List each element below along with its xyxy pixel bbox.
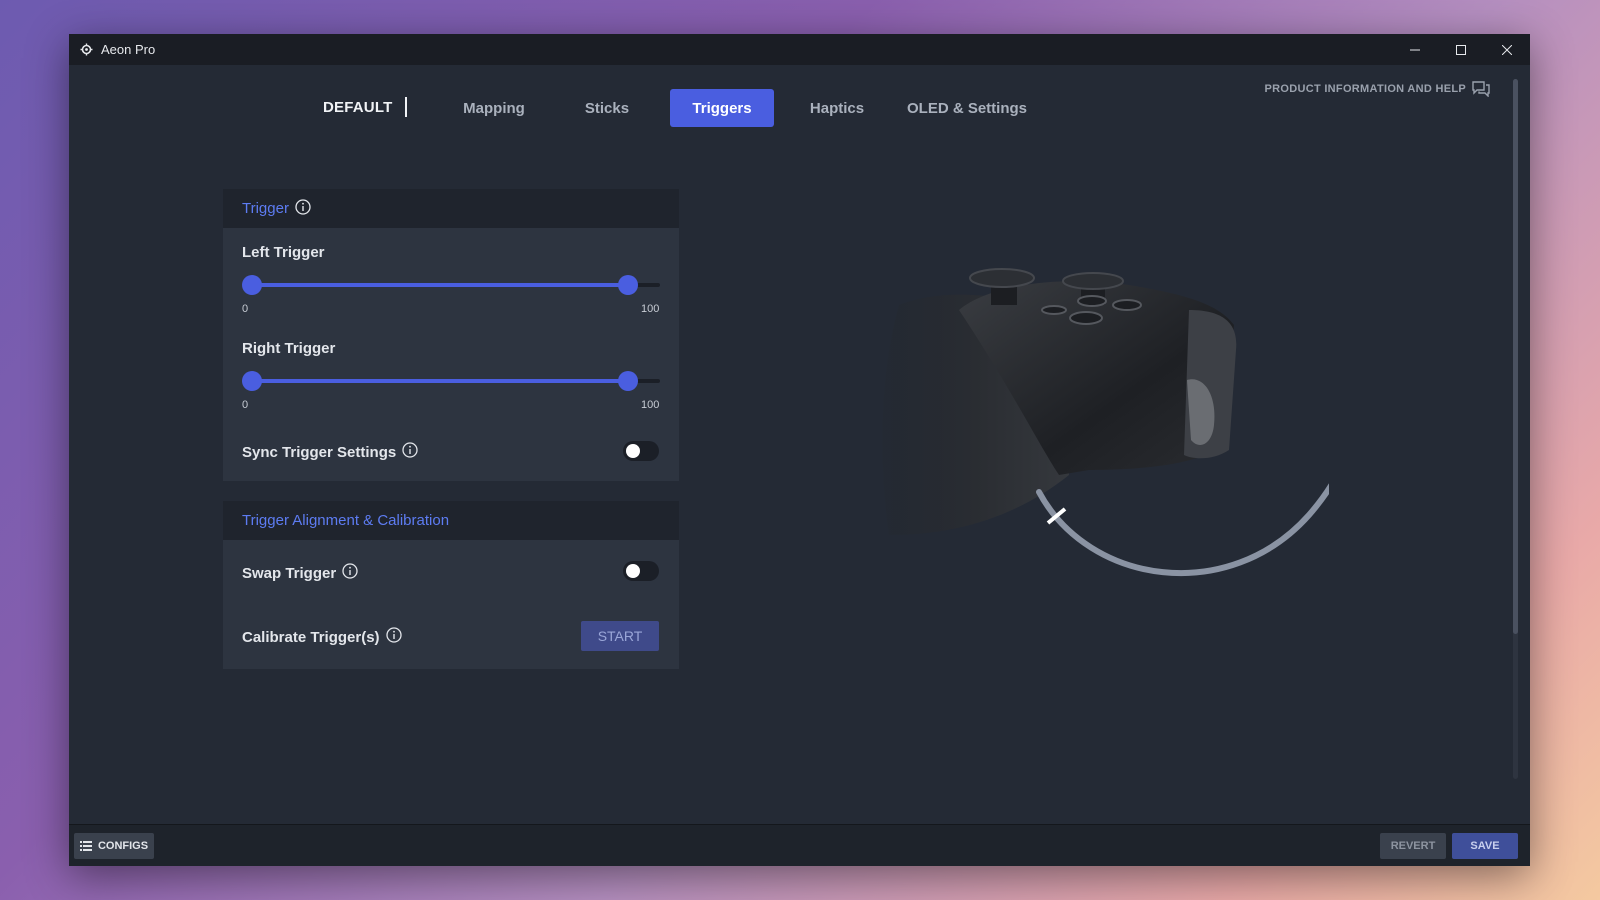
right-trigger-min-label: 0 (242, 399, 249, 411)
right-trigger-label-text: Right Trigger (242, 340, 336, 357)
info-icon[interactable] (402, 442, 418, 462)
slider-fill (252, 379, 628, 383)
face-button (1069, 311, 1103, 325)
scrollbar[interactable] (1513, 79, 1518, 779)
right-trigger-max-label: 100 (641, 399, 660, 411)
help-link-label: PRODUCT INFORMATION AND HELP (1264, 83, 1466, 95)
info-icon[interactable] (342, 563, 358, 583)
profile-name[interactable]: DEFAULT (323, 99, 392, 116)
steelseries-logo-icon (79, 43, 93, 57)
tab-haptics[interactable]: Haptics (794, 89, 880, 127)
slider-min-handle[interactable] (242, 371, 262, 391)
minimize-icon[interactable] (1392, 34, 1438, 65)
calibration-panel: Trigger Alignment & Calibration Swap Tri… (223, 501, 679, 669)
right-trigger-slider[interactable] (242, 371, 660, 391)
configs-label: CONFIGS (97, 840, 149, 852)
left-trigger-label-text: Left Trigger (242, 244, 325, 261)
left-trigger-slider[interactable] (242, 275, 660, 295)
slider-fill (252, 283, 628, 287)
window-title: Aeon Pro (101, 42, 156, 57)
slider-min-handle[interactable] (242, 275, 262, 295)
product-help-link[interactable]: PRODUCT INFORMATION AND HELP (1264, 81, 1490, 97)
left-trigger-max-label: 100 (641, 303, 660, 315)
face-button (1077, 295, 1107, 307)
info-icon[interactable] (295, 198, 311, 219)
save-button[interactable]: SAVE (1452, 833, 1518, 859)
app-window: Aeon Pro DEFAULT Mapping Sticks Triggers… (69, 34, 1530, 866)
trigger-panel-title: Trigger (242, 200, 289, 217)
calibrate-trigger-label: Calibrate Trigger(s) (242, 627, 402, 647)
bottom-bar: CONFIGS REVERT SAVE (69, 824, 1530, 866)
tab-sticks[interactable]: Sticks (564, 89, 650, 127)
profile-divider (405, 97, 407, 117)
info-icon[interactable] (385, 627, 402, 647)
left-thumbstick (969, 268, 1035, 288)
tab-bar: DEFAULT Mapping Sticks Triggers Haptics … (69, 89, 1169, 129)
controller-illustration (882, 268, 1329, 577)
swap-trigger-label-text: Swap Trigger (242, 564, 337, 582)
sync-trigger-label: Sync Trigger Settings (242, 442, 418, 462)
face-button (1041, 305, 1067, 315)
swap-trigger-toggle[interactable] (623, 561, 659, 581)
maximize-icon[interactable] (1438, 34, 1484, 65)
left-trigger-label: Left Trigger (242, 244, 325, 261)
list-icon (79, 841, 92, 851)
face-button (1112, 299, 1142, 311)
calibration-panel-title: Trigger Alignment & Calibration (242, 512, 450, 529)
swap-trigger-label: Swap Trigger (242, 563, 358, 583)
slider-max-handle[interactable] (618, 371, 638, 391)
calibration-panel-header: Trigger Alignment & Calibration (223, 501, 679, 540)
scroll-thumb[interactable] (1513, 79, 1518, 634)
left-trigger-min-label: 0 (242, 303, 249, 315)
start-calibration-button[interactable]: START (581, 621, 659, 651)
sync-trigger-toggle[interactable] (623, 441, 659, 461)
toggle-knob (626, 444, 640, 458)
slider-max-handle[interactable] (618, 275, 638, 295)
calibrate-trigger-label-text: Calibrate Trigger(s) (242, 628, 380, 646)
trigger-panel: Trigger Left Trigger 0 100 Right Trigger (223, 189, 679, 481)
main-content: DEFAULT Mapping Sticks Triggers Haptics … (69, 65, 1530, 824)
tab-oled-settings[interactable]: OLED & Settings (900, 89, 1034, 127)
tab-mapping[interactable]: Mapping (444, 89, 544, 127)
trigger-panel-header: Trigger (223, 189, 679, 228)
right-trigger-label: Right Trigger (242, 340, 335, 357)
right-thumbstick (1062, 272, 1124, 290)
toggle-knob (626, 564, 640, 578)
configs-button[interactable]: CONFIGS (74, 833, 154, 859)
chat-icon (1472, 81, 1490, 97)
revert-button[interactable]: REVERT (1380, 833, 1446, 859)
title-bar: Aeon Pro (69, 34, 1530, 65)
tab-triggers[interactable]: Triggers (670, 89, 774, 127)
close-icon[interactable] (1484, 34, 1530, 65)
sync-trigger-label-text: Sync Trigger Settings (242, 443, 397, 461)
